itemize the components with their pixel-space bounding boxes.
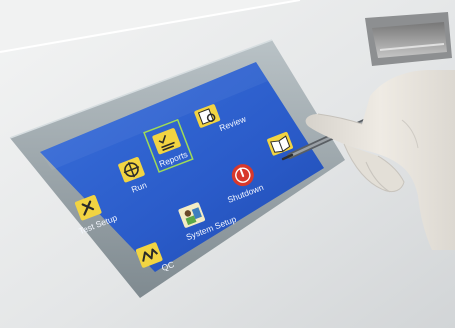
- instrument-photo: Test Setup Run Reports Review QC System …: [0, 0, 455, 328]
- photo-scene: Test Setup Run Reports Review QC System …: [0, 0, 455, 328]
- printer-slot: [365, 12, 452, 66]
